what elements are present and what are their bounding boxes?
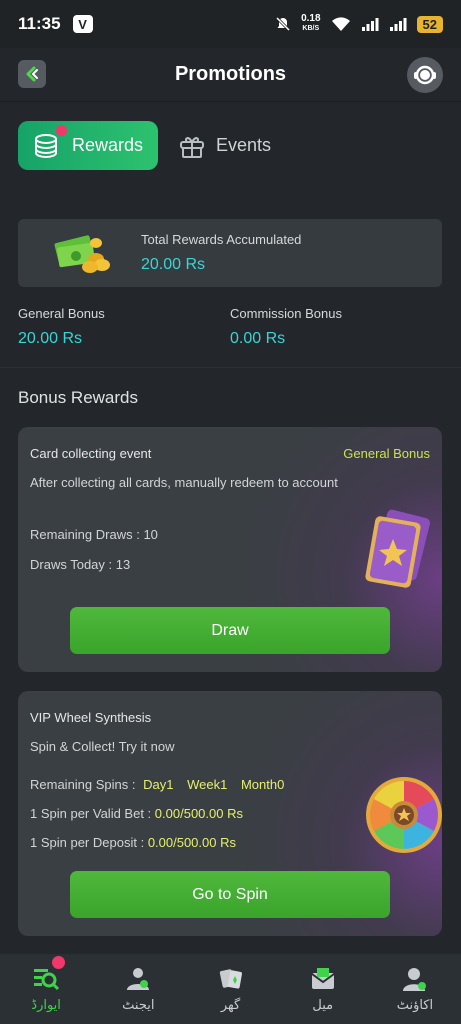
draws-today-value: 13 xyxy=(115,557,131,572)
tab-events-label: Events xyxy=(216,135,272,155)
rewards-search-icon xyxy=(34,969,60,991)
commission-bonus: Commission Bonus 0.00 Rs xyxy=(230,306,342,348)
headset-icon xyxy=(414,65,436,85)
signal-icon xyxy=(361,18,379,31)
account-icon xyxy=(402,968,426,991)
nav-home[interactable]: گھر xyxy=(184,954,276,1024)
card-collecting-event-card: Card collecting event General Bonus Afte… xyxy=(18,427,442,672)
net-speed-unit: KB/S xyxy=(302,25,320,32)
agent-icon xyxy=(127,968,150,990)
general-bonus-value: 20.00 Rs xyxy=(18,330,83,347)
nav-notification-dot xyxy=(52,956,65,969)
status-time: 11:35 xyxy=(18,14,61,33)
back-button[interactable] xyxy=(18,60,46,88)
remaining-spins: Remaining Spins : Day1 Week1 Month0 xyxy=(30,777,284,792)
general-bonus-label: General Bonus xyxy=(18,306,105,321)
money-coins-icon xyxy=(54,235,110,273)
wifi-icon xyxy=(331,17,350,31)
star-card-icon xyxy=(365,509,431,588)
spins-month: Month0 xyxy=(240,777,285,792)
card-event-tag: General Bonus xyxy=(343,446,430,461)
battery-indicator: 52 xyxy=(416,15,443,33)
nav-rewards-label: ایوارڈ xyxy=(31,998,61,1013)
back-arrow-icon xyxy=(26,66,38,82)
nav-rewards[interactable]: ایوارڈ xyxy=(0,954,92,1024)
draws-today: Draws Today : 13 xyxy=(30,557,130,572)
status-bar: 11:35 V 0.18 KB/S 52 xyxy=(0,0,461,48)
section-divider xyxy=(0,367,461,368)
total-rewards-label: Total Rewards Accumulated xyxy=(141,232,302,247)
general-bonus: General Bonus 20.00 Rs xyxy=(18,306,105,348)
signal-icon-2 xyxy=(389,18,407,31)
spin-per-bet: 1 Spin per Valid Bet : 0.00/500.00 Rs xyxy=(30,806,243,821)
go-to-spin-button[interactable]: Go to Spin xyxy=(70,871,390,918)
draw-button[interactable]: Draw xyxy=(70,607,390,654)
tab-rewards[interactable]: Rewards xyxy=(18,121,158,170)
mute-icon xyxy=(276,16,291,32)
spins-day: Day1 xyxy=(143,777,174,792)
coins-stack-icon xyxy=(35,133,57,158)
commission-bonus-label: Commission Bonus xyxy=(230,306,342,321)
tab-bar: Rewards Events xyxy=(18,121,271,170)
spin-deposit-value: 0.00/500.00 Rs xyxy=(147,835,236,850)
remaining-draws: Remaining Draws : 10 xyxy=(30,527,158,542)
spin-deposit-label: 1 Spin per Deposit : xyxy=(30,835,145,850)
gift-icon xyxy=(180,136,204,158)
net-speed-value: 0.18 xyxy=(301,13,321,24)
total-rewards-value: 20.00 Rs xyxy=(141,256,206,273)
app-notification-icon: V xyxy=(72,15,93,33)
commission-bonus-value: 0.00 Rs xyxy=(230,330,286,347)
spins-week: Week1 xyxy=(187,777,228,792)
nav-mail[interactable]: میل xyxy=(277,954,369,1024)
bonus-rewards-title: Bonus Rewards xyxy=(18,388,139,407)
remaining-draws-value: 10 xyxy=(143,527,158,542)
nav-agent-label: ایجنٹ xyxy=(122,998,155,1013)
spin-per-deposit: 1 Spin per Deposit : 0.00/500.00 Rs xyxy=(30,835,236,850)
tab-rewards-label: Rewards xyxy=(72,135,144,155)
nav-account-label: اکاؤنٹ xyxy=(396,998,434,1013)
spin-bet-label: 1 Spin per Valid Bet : xyxy=(30,806,152,821)
wheel-title: VIP Wheel Synthesis xyxy=(30,710,152,725)
card-event-description: After collecting all cards, manually red… xyxy=(30,475,338,490)
card-event-title: Card collecting event xyxy=(30,446,152,461)
bottom-nav: ایوارڈ ایجنٹ گھر میل اکاؤنٹ xyxy=(0,954,461,1024)
nav-account[interactable]: اکاؤنٹ xyxy=(369,954,461,1024)
customer-support-button[interactable] xyxy=(407,57,443,93)
home-cards-icon xyxy=(219,969,242,989)
vip-wheel-card: VIP Wheel Synthesis Spin & Collect! Try … xyxy=(18,691,442,936)
nav-mail-label: میل xyxy=(312,998,334,1013)
remaining-draws-label: Remaining Draws : xyxy=(30,527,140,542)
network-speed: 0.18 KB/S xyxy=(301,14,320,34)
prize-wheel-icon xyxy=(366,777,442,853)
spin-bet-value: 0.00/500.00 Rs xyxy=(154,806,243,821)
tab-events[interactable]: Events xyxy=(176,133,271,159)
draws-today-label: Draws Today : xyxy=(30,557,113,572)
nav-agent[interactable]: ایجنٹ xyxy=(92,954,184,1024)
nav-home-label: گھر xyxy=(220,998,241,1013)
notification-dot xyxy=(56,125,67,136)
mail-icon xyxy=(311,968,335,989)
remaining-spins-label: Remaining Spins : xyxy=(30,777,136,792)
page-title: Promotions xyxy=(174,63,287,85)
total-rewards-card: Total Rewards Accumulated 20.00 Rs xyxy=(18,219,442,287)
wheel-subtitle: Spin & Collect! Try it now xyxy=(30,739,175,754)
header: Promotions xyxy=(0,48,461,102)
